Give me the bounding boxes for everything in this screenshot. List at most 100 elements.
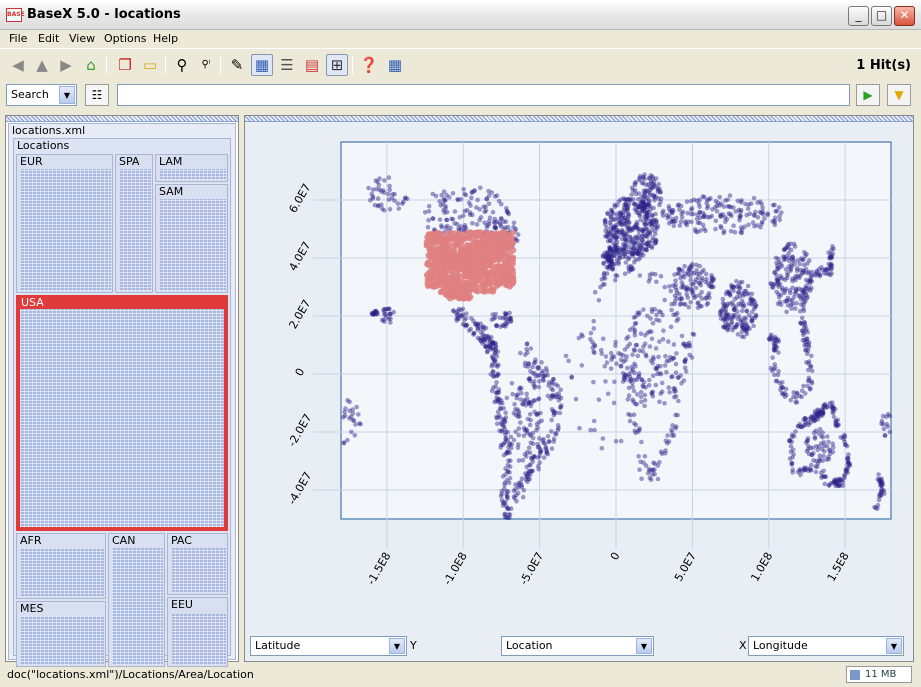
data-point	[693, 277, 699, 282]
hit-count: 1 Hit(s)	[856, 58, 911, 73]
execute-button[interactable]: ▶	[856, 84, 880, 106]
maximize-button[interactable]: □	[871, 6, 892, 26]
treemap-area-eur[interactable]: EUR	[16, 154, 113, 293]
data-point	[638, 389, 644, 395]
data-point	[382, 178, 387, 183]
treemap-area-lam[interactable]: LAM	[155, 154, 228, 182]
scatter-plot[interactable]: -1.5E8 -1.0E8 -5.0E7 0 5.0E7 1.0E8 1.5E86.0E74…	[245, 122, 913, 627]
data-point	[806, 342, 812, 348]
treemap-area-pac[interactable]: PAC	[167, 533, 228, 595]
info-icon[interactable]: ⚲ⁱ	[195, 54, 217, 76]
data-point-selected	[443, 279, 450, 286]
data-point	[618, 364, 624, 369]
data-point	[718, 213, 724, 219]
data-point	[650, 389, 656, 395]
data-point	[717, 194, 722, 200]
data-point	[669, 210, 675, 216]
data-point	[652, 197, 657, 203]
data-point	[800, 257, 805, 263]
menu-file[interactable]: File	[9, 32, 27, 45]
treemap-area-can[interactable]: CAN	[108, 533, 165, 667]
data-point	[553, 382, 558, 387]
data-point	[623, 260, 629, 265]
home-icon[interactable]: ⌂	[80, 54, 102, 76]
data-point	[641, 230, 646, 235]
data-point	[498, 493, 504, 499]
data-point	[803, 347, 808, 353]
data-point	[536, 365, 542, 370]
close-button[interactable]: ✕	[894, 6, 915, 26]
data-point	[776, 256, 781, 261]
data-point	[648, 206, 653, 212]
data-point	[785, 303, 791, 308]
data-point	[734, 284, 740, 289]
find-icon[interactable]: ⚲	[171, 54, 193, 76]
data-point	[695, 300, 701, 305]
memory-indicator[interactable]: 11 MB	[846, 666, 912, 683]
treemap-area-sam[interactable]: SAM	[155, 184, 228, 293]
item-select[interactable]: Location ▼	[501, 636, 654, 656]
data-point	[551, 377, 556, 382]
table-icon[interactable]: ▤	[301, 54, 323, 76]
data-point	[733, 324, 738, 330]
menu-edit[interactable]: Edit	[38, 32, 59, 45]
data-point	[503, 415, 509, 420]
data-point	[545, 434, 551, 439]
new-icon[interactable]: ❐	[114, 54, 136, 76]
treemap-area-afr[interactable]: AFR	[16, 533, 106, 599]
treemap-area-spa[interactable]: SPA	[115, 154, 153, 293]
data-point	[639, 180, 645, 185]
data-point	[430, 216, 436, 221]
data-point-selected	[458, 232, 465, 239]
plot-icon[interactable]: ⊞	[326, 54, 348, 76]
help-icon[interactable]: ❓	[358, 54, 380, 76]
map-view[interactable]: locations.xml Locations EUR SPA LAM SAM	[5, 115, 239, 667]
data-point	[496, 198, 502, 204]
data-point	[650, 235, 656, 240]
data-point	[486, 188, 491, 194]
explorer-icon[interactable]: ▦	[384, 54, 406, 76]
history-button[interactable]: ☷	[85, 84, 109, 106]
back-icon[interactable]: ◀	[7, 54, 29, 76]
data-point	[643, 222, 648, 228]
data-point	[539, 360, 544, 365]
data-point	[659, 389, 665, 395]
menu-view[interactable]: View	[69, 32, 95, 45]
treemap-locations[interactable]: Locations EUR SPA LAM SAM USA AFR CAN PA…	[13, 138, 231, 667]
tree-icon[interactable]: ☰	[276, 54, 298, 76]
xquery-icon[interactable]: ✎	[226, 54, 248, 76]
data-point	[650, 467, 656, 473]
up-icon[interactable]: ▲	[31, 54, 53, 76]
panel-drag-bar[interactable]	[6, 116, 238, 122]
query-input[interactable]	[117, 84, 850, 106]
menu-help[interactable]: Help	[153, 32, 178, 45]
map-icon[interactable]: ▦	[251, 54, 273, 76]
data-point	[655, 186, 660, 191]
forward-icon[interactable]: ▶	[55, 54, 77, 76]
data-point	[620, 229, 625, 234]
data-point	[524, 347, 529, 352]
x-axis-select[interactable]: Longitude ▼	[748, 636, 904, 656]
data-point-selected	[500, 269, 507, 276]
data-point	[610, 267, 615, 272]
menu-options[interactable]: Options	[104, 32, 146, 45]
data-point	[789, 306, 794, 311]
treemap-root[interactable]: locations.xml Locations EUR SPA LAM SAM	[8, 123, 236, 667]
data-point	[636, 312, 641, 317]
data-point	[722, 309, 728, 315]
y-axis-select[interactable]: Latitude ▼	[250, 636, 407, 656]
data-point	[632, 361, 637, 367]
plot-view[interactable]: -1.5E8 -1.0E8 -5.0E7 0 5.0E7 1.0E8 1.5E8 6.0E7 4…	[244, 115, 914, 662]
treemap-area-usa[interactable]: USA	[16, 295, 228, 531]
search-mode-select[interactable]: Search ▼	[6, 84, 77, 106]
treemap-area-eeu[interactable]: EEU	[167, 597, 228, 667]
chevron-down-icon: ▼	[886, 638, 902, 654]
data-point	[503, 219, 509, 224]
data-point	[535, 373, 541, 378]
data-point	[872, 504, 877, 510]
minimize-button[interactable]: _	[848, 6, 869, 26]
open-icon[interactable]: ▭	[139, 54, 161, 76]
treemap-area-mes[interactable]: MES	[16, 601, 106, 667]
data-point	[480, 341, 485, 346]
filter-button[interactable]: ▼	[887, 84, 911, 106]
